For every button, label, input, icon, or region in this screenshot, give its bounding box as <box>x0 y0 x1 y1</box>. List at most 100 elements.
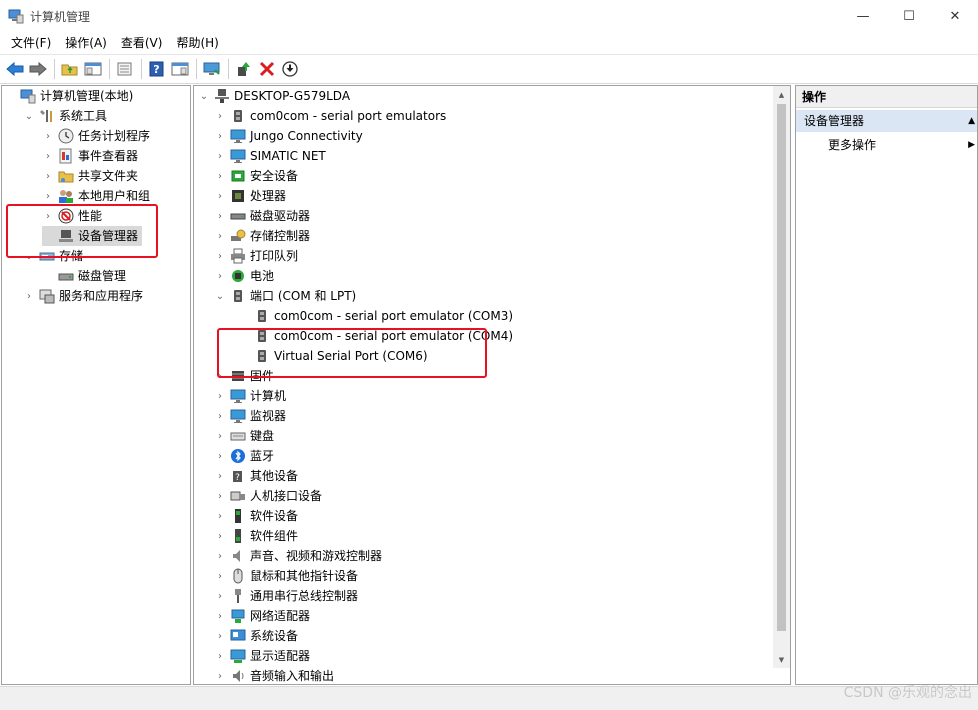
download-icon[interactable] <box>279 58 301 80</box>
monitor-icon[interactable] <box>201 58 223 80</box>
device-tree-item[interactable]: › 声音、视频和游戏控制器 <box>214 546 382 566</box>
console-tree-item[interactable]: › 服务和应用程序 <box>23 286 143 306</box>
uninstall-icon[interactable] <box>256 58 278 80</box>
expand-arrow-icon[interactable]: › <box>214 646 226 666</box>
device-tree-item[interactable]: › 安全设备 <box>214 166 298 186</box>
device-tree-item[interactable]: › 处理器 <box>214 186 286 206</box>
expand-arrow-icon[interactable]: › <box>42 146 54 166</box>
expand-arrow-icon[interactable]: › <box>214 366 226 386</box>
console-tree-item[interactable]: 磁盘管理 <box>42 266 126 286</box>
device-tree-item[interactable]: › 存储控制器 <box>214 226 310 246</box>
device-tree-item[interactable]: ›? 其他设备 <box>214 466 298 486</box>
expand-arrow-icon[interactable]: › <box>42 206 54 226</box>
scrollbar-thumb[interactable] <box>777 104 786 631</box>
expand-arrow-icon[interactable]: › <box>23 286 35 306</box>
expand-arrow-icon[interactable]: › <box>214 566 226 586</box>
expand-arrow-icon[interactable]: › <box>214 526 226 546</box>
show-hide-tree-icon[interactable] <box>82 58 104 80</box>
expand-arrow-icon[interactable]: › <box>214 666 226 684</box>
console-tree-item[interactable]: › 事件查看器 <box>42 146 138 166</box>
maximize-button[interactable]: ☐ <box>886 0 932 32</box>
collapse-arrow-icon[interactable]: ⌄ <box>198 86 210 106</box>
close-button[interactable]: ✕ <box>932 0 978 32</box>
device-tree-item[interactable]: › 音频输入和输出 <box>214 666 334 684</box>
up-folder-icon[interactable] <box>59 58 81 80</box>
console-tree-item[interactable]: 计算机管理(本地) <box>4 86 133 106</box>
device-tree-item[interactable]: › 电池 <box>214 266 274 286</box>
device-tree-item[interactable]: › 显示适配器 <box>214 646 310 666</box>
device-tree-item[interactable]: › 打印队列 <box>214 246 298 266</box>
expand-arrow-icon[interactable]: › <box>214 226 226 246</box>
device-tree-item[interactable]: › 鼠标和其他指针设备 <box>214 566 358 586</box>
scroll-up-icon[interactable]: ▲ <box>773 86 790 103</box>
menu-view[interactable]: 查看(V) <box>114 32 170 54</box>
expand-arrow-icon[interactable]: › <box>214 206 226 226</box>
device-tree-item[interactable]: › 固件 <box>214 366 274 386</box>
expand-arrow-icon[interactable]: › <box>214 246 226 266</box>
device-tree-item[interactable]: › 蓝牙 <box>214 446 274 466</box>
console-tree-item[interactable]: › 本地用户和组 <box>42 186 150 206</box>
back-arrow-icon[interactable] <box>4 58 26 80</box>
expand-arrow-icon[interactable]: › <box>214 506 226 526</box>
device-tree-item[interactable]: › 系统设备 <box>214 626 298 646</box>
properties-icon[interactable] <box>114 58 136 80</box>
device-tree-item[interactable]: ⌄ 端口 (COM 和 LPT) <box>214 286 356 306</box>
device-tree-item[interactable]: › Jungo Connectivity <box>214 126 363 146</box>
console-tree-item[interactable]: › 性能 <box>42 206 102 226</box>
expand-arrow-icon[interactable]: › <box>214 546 226 566</box>
expand-arrow-icon[interactable]: › <box>214 606 226 626</box>
device-tree-item[interactable]: › 软件设备 <box>214 506 298 526</box>
device-tree-item[interactable]: › 网络适配器 <box>214 606 310 626</box>
forward-arrow-icon[interactable] <box>27 58 49 80</box>
expand-arrow-icon[interactable]: › <box>214 386 226 406</box>
collapse-arrow-icon[interactable]: ⌄ <box>23 106 35 126</box>
minimize-button[interactable]: — <box>840 0 886 32</box>
device-tree-item[interactable]: › com0com - serial port emulators <box>214 106 446 126</box>
expand-arrow-icon[interactable]: › <box>214 266 226 286</box>
expand-arrow-icon[interactable]: › <box>214 126 226 146</box>
expand-arrow-icon[interactable]: › <box>214 186 226 206</box>
more-actions-item[interactable]: 更多操作 ▶ <box>796 134 977 156</box>
device-tree-item[interactable]: › SIMATIC NET <box>214 146 326 166</box>
console-tree-item[interactable]: › 共享文件夹 <box>42 166 138 186</box>
device-tree-item[interactable]: › 监视器 <box>214 406 286 426</box>
collapse-arrow-icon[interactable]: ⌄ <box>214 286 226 306</box>
expand-arrow-icon[interactable]: › <box>42 126 54 146</box>
expand-arrow-icon[interactable]: › <box>214 466 226 486</box>
expand-arrow-icon[interactable]: › <box>214 106 226 126</box>
device-tree-item[interactable]: › 通用串行总线控制器 <box>214 586 358 606</box>
expand-arrow-icon[interactable]: › <box>214 586 226 606</box>
device-tree-item[interactable]: › 键盘 <box>214 426 274 446</box>
device-tree-item[interactable]: Virtual Serial Port (COM6) <box>238 346 428 366</box>
console-tree-item[interactable]: ⌄ 存储 <box>23 246 83 266</box>
console-tree-item[interactable]: › 任务计划程序 <box>42 126 150 146</box>
action-pane-icon[interactable] <box>169 58 191 80</box>
menu-help[interactable]: 帮助(H) <box>169 32 225 54</box>
menu-file[interactable]: 文件(F) <box>4 32 58 54</box>
actions-section-device-manager[interactable]: 设备管理器 ▲ <box>796 110 977 132</box>
device-tree-item[interactable]: com0com - serial port emulator (COM4) <box>238 326 513 346</box>
console-tree-item[interactable]: ⌄ 系统工具 <box>23 106 107 126</box>
menu-action[interactable]: 操作(A) <box>58 32 114 54</box>
collapse-triangle-icon[interactable]: ▲ <box>968 110 975 132</box>
vertical-scrollbar[interactable]: ▲ ▼ <box>773 86 790 668</box>
expand-arrow-icon[interactable]: › <box>214 446 226 466</box>
expand-arrow-icon[interactable]: › <box>42 166 54 186</box>
help-icon[interactable]: ? <box>146 58 168 80</box>
device-tree-root[interactable]: ⌄ DESKTOP-G579LDA <box>198 86 350 106</box>
device-tree-item[interactable]: com0com - serial port emulator (COM3) <box>238 306 513 326</box>
expand-arrow-icon[interactable]: › <box>214 146 226 166</box>
expand-arrow-icon[interactable]: › <box>214 166 226 186</box>
collapse-arrow-icon[interactable]: ⌄ <box>23 246 35 266</box>
expand-arrow-icon[interactable]: › <box>214 486 226 506</box>
update-driver-icon[interactable] <box>233 58 255 80</box>
expand-arrow-icon[interactable]: › <box>42 186 54 206</box>
device-tree-item[interactable]: › 磁盘驱动器 <box>214 206 310 226</box>
device-tree-item[interactable]: › 计算机 <box>214 386 286 406</box>
expand-arrow-icon[interactable]: › <box>214 626 226 646</box>
device-tree-item[interactable]: › 软件组件 <box>214 526 298 546</box>
device-tree-item[interactable]: › 人机接口设备 <box>214 486 322 506</box>
console-tree-item[interactable]: 设备管理器 <box>42 226 143 246</box>
scroll-down-icon[interactable]: ▼ <box>773 651 790 668</box>
expand-arrow-icon[interactable]: › <box>214 406 226 426</box>
